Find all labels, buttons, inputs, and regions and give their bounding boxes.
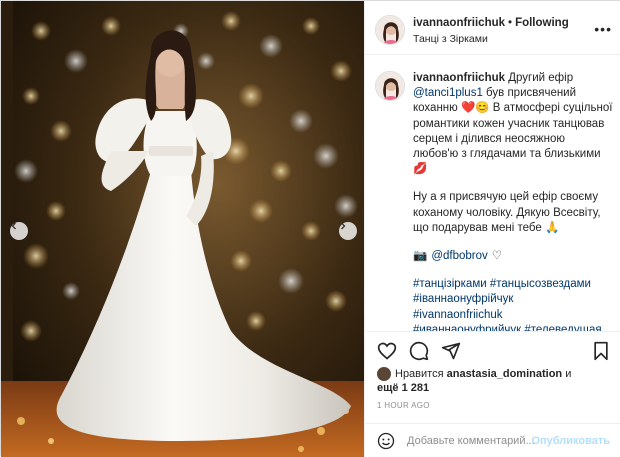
action-bar [365,331,620,367]
photographer-link[interactable]: @dfbobrov [431,249,487,264]
likes-summary: Нравится anastasia_domination и ещё 1 28… [377,367,617,395]
photo-illustration [1,1,364,457]
previous-photo-button[interactable] [10,222,28,240]
header-username[interactable]: ivannaonfriichuk [413,17,505,29]
caption-text: ivannaonfriichuk Другий ефір @tanci1plus… [413,71,613,331]
share-icon[interactable] [441,341,461,361]
location-link[interactable]: Танці з Зірками [413,33,488,45]
following-button[interactable]: Following [515,17,569,29]
heart-outline-icon: ♡ [491,250,503,263]
likes-count[interactable]: ещё 1 281 [377,382,429,394]
header-user-line: ivannaonfriichuk • Following [413,17,569,29]
comment-icon[interactable] [409,341,429,361]
post-header: ivannaonfriichuk • Following Танці з Зірка… [365,1,620,55]
mention-link[interactable]: @tanci1plus1 [413,87,483,99]
more-options-icon[interactable]: ••• [594,21,612,37]
caption-username[interactable]: ivannaonfriichuk [413,72,505,84]
hashtag-line[interactable]: #танцізірками #танцысозвездами [413,277,613,292]
avatar[interactable] [375,15,405,45]
comment-bar: Добавьте комментарий... Опубликовать [365,423,620,457]
hashtag-line[interactable]: #иваннаонуфрийчук #телеведущая [413,323,613,331]
chevron-left-icon [11,222,16,230]
hashtag-line[interactable]: #ivannaonfriichuk [413,308,613,323]
caption-area: ivannaonfriichuk Другий ефір @tanci1plus… [365,55,620,331]
photo-credit: 📷 @dfbobrov ♡ [413,249,613,264]
camera-icon: 📷 [413,250,428,263]
emoji-heart-smile: ❤️😊 [460,102,490,115]
liker-avatar[interactable] [377,367,391,382]
avatar-image [376,72,404,100]
caption-paragraph-2: Ну а я присвячую цей ефір своєму коханом… [413,191,601,234]
comment-input[interactable]: Добавьте комментарий... [407,435,535,447]
emoji-icon[interactable] [377,432,395,450]
instagram-post-frame: ivannaonfriichuk • Following Танці з Зірка… [0,0,620,457]
emoji-kiss: 💋 [413,163,428,176]
liker-username[interactable]: anastasia_domination [447,368,563,380]
caption-paragraph-1: ivannaonfriichuk Другий ефір @tanci1plus… [413,71,613,177]
chevron-right-icon [341,222,346,230]
likes-prefix: Нравится [395,368,444,380]
bookmark-icon[interactable] [591,341,611,361]
separator-dot: • [508,17,513,29]
hashtag-line[interactable]: #іваннаонуфрійчук [413,292,613,307]
heart-icon[interactable] [377,341,397,361]
post-photo[interactable] [1,1,364,457]
avatar-image [376,16,404,44]
post-timestamp[interactable]: 1 HOUR AGO [377,401,430,410]
next-photo-button[interactable] [339,222,357,240]
caption-avatar[interactable] [375,71,405,101]
hashtag-list: #танцізірками #танцысозвездами #іваннаон… [413,277,613,331]
post-side-panel: ivannaonfriichuk • Following Танці з Зірка… [364,1,620,457]
caption-text-part: Другий ефір [508,72,574,84]
likes-conjunction: и [565,368,572,380]
post-comment-button[interactable]: Опубликовать [531,435,610,447]
